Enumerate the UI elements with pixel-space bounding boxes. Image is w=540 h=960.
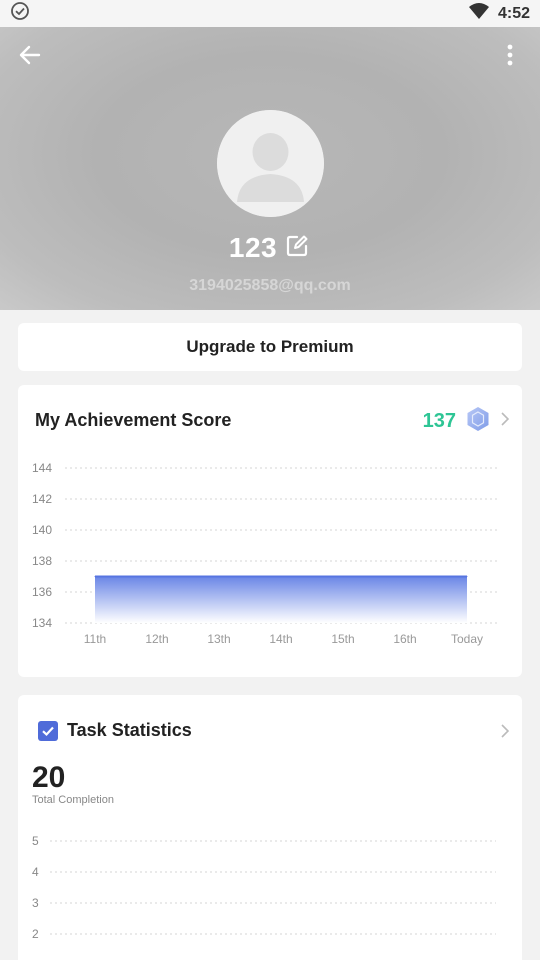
x-tick-label: 16th (393, 632, 416, 646)
x-tick-label: 15th (331, 632, 354, 646)
score-point (218, 576, 220, 577)
score-point (156, 576, 158, 577)
score-point (404, 576, 406, 577)
checkbox-icon (38, 720, 58, 741)
total-completion-value: 20 (32, 761, 66, 794)
y-tick-label: 138 (32, 554, 52, 568)
y-tick-label: 144 (32, 461, 52, 475)
total-completion-label: Total Completion (32, 794, 114, 806)
score-point (280, 576, 282, 577)
x-tick-label: 12th (145, 632, 168, 646)
y-tick-label: 5 (32, 834, 39, 848)
x-tick-label: 11th (84, 632, 106, 646)
achievement-card[interactable]: My Achievement Score 137 144 142 140 138… (18, 385, 522, 677)
achievement-chart: 144 142 140 138 136 134 11th 12th 13th 14th 15th 16… (32, 461, 498, 646)
avatar[interactable] (217, 110, 324, 217)
x-tick-label: Today (451, 632, 483, 646)
x-tick-label: 14th (269, 632, 292, 646)
user-name: 123 (228, 232, 278, 263)
hexagon-badge-icon (464, 405, 492, 438)
more-vertical-icon (506, 44, 514, 71)
task-title: Task Statistics (67, 720, 192, 740)
name-row: 123 (0, 230, 540, 266)
y-tick-label: 136 (32, 585, 52, 599)
edit-name-button[interactable] (283, 234, 311, 262)
achievement-title: My Achievement Score (35, 410, 232, 430)
wifi-icon (468, 2, 490, 25)
upgrade-premium-button[interactable]: Upgrade to Premium (18, 323, 522, 371)
task-statistics-card[interactable]: Task Statistics 20 Total Completion 5 4 3 2 (18, 695, 522, 960)
y-tick-label: 142 (32, 492, 52, 506)
x-tick-label: 13th (207, 632, 230, 646)
y-tick-label: 134 (32, 616, 52, 630)
y-tick-label: 3 (32, 896, 39, 910)
profile-header: 123 3194025858@qq.com (0, 27, 540, 310)
achievement-score: 137 (422, 410, 456, 432)
back-button[interactable] (14, 41, 46, 73)
sync-check-icon (10, 1, 30, 26)
user-email: 3194025858@qq.com (189, 277, 351, 294)
y-tick-label: 140 (32, 523, 52, 537)
score-point (466, 576, 468, 577)
edit-icon (285, 234, 309, 263)
y-tick-label: 4 (32, 865, 39, 879)
chevron-right-icon (500, 411, 510, 432)
arrow-left-icon (19, 44, 41, 71)
y-tick-label: 2 (32, 927, 39, 941)
more-options-button[interactable] (494, 41, 526, 73)
score-point (94, 576, 96, 577)
chevron-right-icon[interactable] (500, 723, 510, 744)
task-chart: 5 4 3 2 (32, 834, 496, 941)
task-header: Task Statistics (38, 720, 192, 741)
upgrade-label: Upgrade to Premium (186, 337, 354, 356)
status-time: 4:52 (497, 4, 530, 22)
score-area (95, 576, 467, 623)
status-bar: 4:52 (0, 0, 540, 27)
achievement-score-link[interactable]: 137 (423, 405, 510, 438)
score-point (342, 576, 344, 577)
